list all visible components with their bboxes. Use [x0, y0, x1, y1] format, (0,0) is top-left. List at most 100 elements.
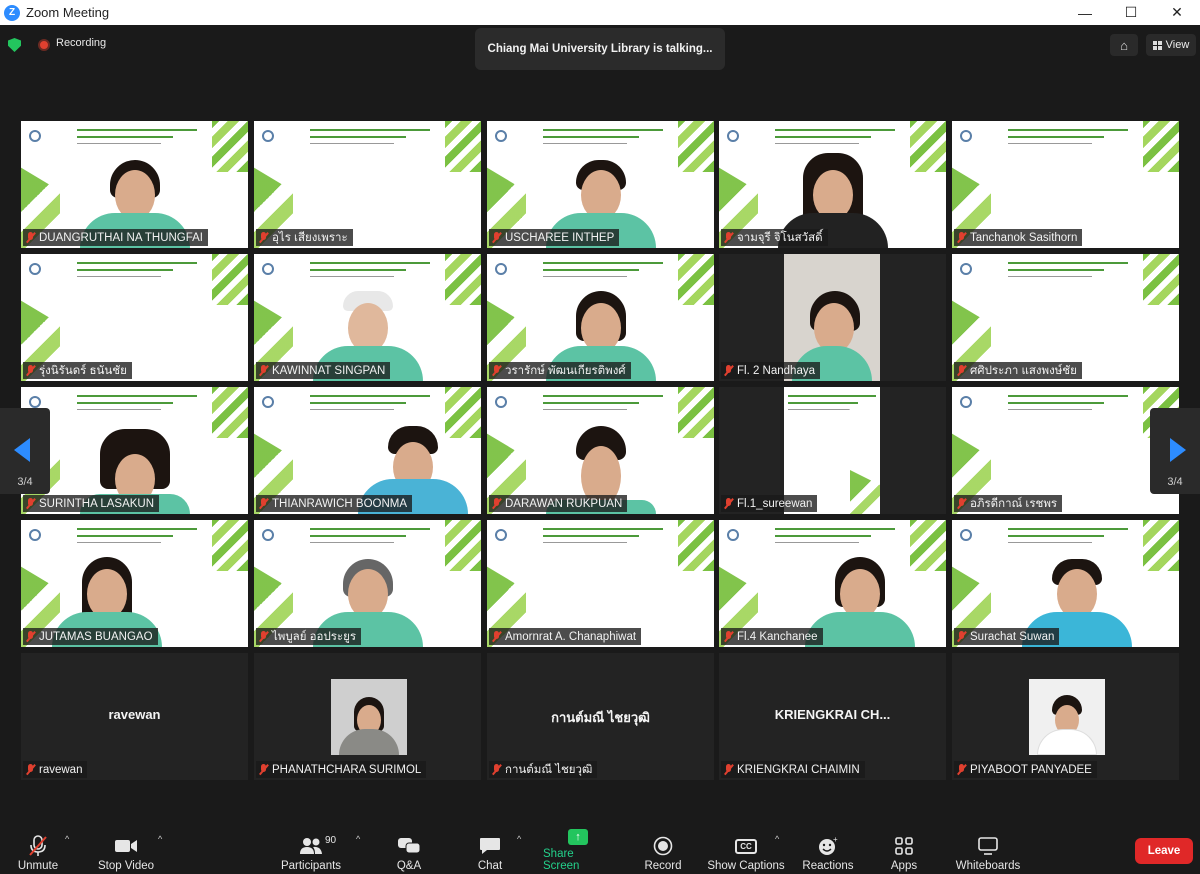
slide-decoration — [678, 520, 714, 571]
participant-tile[interactable]: ศศิประภา แสงพงษ์ชัย — [952, 254, 1179, 381]
qa-button[interactable]: Q&A — [393, 830, 425, 872]
participant-name: ไพบูลย์ ออประยูร — [272, 630, 357, 643]
share-screen-label: Share Screen — [543, 848, 580, 872]
participant-tile[interactable]: JUTAMAS BUANGAO — [21, 520, 248, 647]
participant-tile[interactable]: กานต์มณี ไชยวุฒิ กานต์มณี ไชยวุฒิ — [487, 653, 714, 780]
slide-text-lines — [1008, 395, 1128, 415]
participant-tile[interactable]: Fl. 2 Nandhaya — [719, 254, 946, 381]
participant-tile[interactable]: DARAWAN RUKPUAN — [487, 387, 714, 514]
mic-muted-icon — [26, 498, 35, 509]
participant-tile[interactable]: วรารักษ์ พัฒนเกียรติพงศ์ — [487, 254, 714, 381]
arrow-right-icon — [1170, 438, 1186, 462]
participant-name-label: Surachat Suwan — [954, 628, 1060, 645]
view-label: View — [1165, 39, 1190, 51]
participant-name-label: DUANGRUTHAI NA THUNGFAI — [23, 229, 208, 246]
show-captions-button[interactable]: CC Show Captions — [707, 830, 785, 872]
participant-name: DUANGRUTHAI NA THUNGFAI — [39, 231, 203, 244]
active-speaker-banner: Chiang Mai University Library is talking… — [475, 28, 725, 70]
slide-text-lines — [788, 395, 876, 415]
previous-page-button[interactable]: 3/4 — [0, 408, 50, 494]
participant-tile[interactable]: DUANGRUTHAI NA THUNGFAI — [21, 121, 248, 248]
audio-options-caret-icon[interactable]: ^ — [65, 834, 69, 844]
slide-decoration — [910, 520, 946, 571]
maximize-button[interactable]: ☐ — [1108, 0, 1154, 25]
participant-tile[interactable]: จามจุรี จิโนสวัสดิ์ — [719, 121, 946, 248]
participant-tile[interactable]: อภิรดีกาณ์ เรชพร — [952, 387, 1179, 514]
immersive-view-icon[interactable]: ⌂ — [1110, 34, 1138, 56]
participants-options-caret-icon[interactable]: ^ — [356, 834, 360, 844]
meeting-topbar: Recording Chiang Mai University Library … — [0, 25, 1200, 70]
slide-text-lines — [77, 262, 197, 282]
chat-options-caret-icon[interactable]: ^ — [517, 834, 521, 844]
participant-tile[interactable]: อุไร เสียงเพราะ — [254, 121, 481, 248]
participant-tile[interactable]: ไพบูลย์ ออประยูร — [254, 520, 481, 647]
participant-count: 90 — [325, 835, 337, 846]
next-page-button[interactable]: 3/4 — [1150, 408, 1200, 494]
participant-tile[interactable]: SURINTHA LASAKUN — [21, 387, 248, 514]
participant-tile[interactable]: ravewan ravewan — [21, 653, 248, 780]
record-label: Record — [644, 860, 682, 872]
participant-tile[interactable]: Fl.1_sureewan — [719, 387, 946, 514]
slide-logo-icon — [495, 529, 507, 541]
participant-name: Tanchanok Sasithorn — [970, 231, 1078, 244]
video-camera-icon — [114, 835, 138, 857]
participants-button[interactable]: 90 Participants — [280, 830, 342, 872]
slide-logo-icon — [960, 130, 972, 142]
security-shield-icon[interactable] — [8, 38, 21, 52]
mic-muted-icon — [724, 365, 733, 376]
participant-tile[interactable]: KRIENGKRAI CH... KRIENGKRAI CHAIMIN — [719, 653, 946, 780]
participant-name-label: JUTAMAS BUANGAO — [23, 628, 158, 645]
stop-video-button[interactable]: Stop Video — [97, 830, 155, 872]
record-button[interactable]: Record — [643, 830, 683, 872]
chat-button[interactable]: Chat — [476, 830, 504, 872]
slide-logo-icon — [960, 396, 972, 408]
close-button[interactable]: ✕ — [1154, 0, 1200, 25]
profile-picture — [1029, 679, 1105, 755]
participant-tile[interactable]: Surachat Suwan — [952, 520, 1179, 647]
captions-options-caret-icon[interactable]: ^ — [775, 834, 779, 844]
chat-label: Chat — [477, 860, 503, 872]
grid-icon — [1152, 40, 1162, 50]
participant-name-label: Tanchanok Sasithorn — [954, 229, 1083, 246]
participant-tile[interactable]: PIYABOOT PANYADEE — [952, 653, 1179, 780]
participant-name: อุไร เสียงเพราะ — [272, 231, 348, 244]
leave-button[interactable]: Leave — [1135, 838, 1193, 864]
reactions-button[interactable]: + Reactions — [802, 830, 854, 872]
participant-tile[interactable]: KAWINNAT SINGPAN — [254, 254, 481, 381]
apps-button[interactable]: Apps — [889, 830, 919, 872]
profile-picture — [331, 679, 407, 755]
participant-tile[interactable]: USCHAREE INTHEP — [487, 121, 714, 248]
participant-name-label: ไพบูลย์ ออประยูร — [256, 628, 362, 645]
participant-placeholder-name: KRIENGKRAI CH... — [774, 707, 891, 722]
unmute-button[interactable]: Unmute — [16, 830, 60, 872]
participant-tile[interactable]: Tanchanok Sasithorn — [952, 121, 1179, 248]
participant-tile[interactable]: รุ่งนิรันดร์ ธนันชัย — [21, 254, 248, 381]
participant-tile[interactable]: THIANRAWICH BOONMA — [254, 387, 481, 514]
slide-decoration — [445, 520, 481, 571]
participant-name: วรารักษ์ พัฒนเกียรติพงศ์ — [505, 364, 626, 377]
slide-logo-icon — [29, 529, 41, 541]
participant-tile[interactable]: Fl.4 Kanchanee — [719, 520, 946, 647]
mic-muted-icon — [957, 365, 966, 376]
participant-name-label: อภิรดีกาณ์ เรชพร — [954, 495, 1063, 512]
share-screen-button[interactable]: ↑ Share Screen — [543, 829, 613, 872]
participant-name: Fl. 2 Nandhaya — [737, 364, 815, 377]
video-options-caret-icon[interactable]: ^ — [158, 834, 162, 844]
mic-muted-icon — [492, 498, 501, 509]
participant-tile[interactable]: PHANATHCHARA SURIMOL — [254, 653, 481, 780]
recording-label: Recording — [56, 37, 107, 49]
apps-icon — [894, 835, 914, 857]
participant-name: KAWINNAT SINGPAN — [272, 364, 386, 377]
view-button[interactable]: View — [1146, 34, 1196, 56]
whiteboards-button[interactable]: Whiteboards — [954, 830, 1022, 872]
participant-tile[interactable]: Amornrat A. Chanaphiwat — [487, 520, 714, 647]
minimize-button[interactable]: — — [1062, 0, 1108, 25]
apps-label: Apps — [890, 860, 918, 872]
participant-name: จามจุรี จิโนสวัสดิ์ — [737, 231, 823, 244]
participant-name-label: ศศิประภา แสงพงษ์ชัย — [954, 362, 1082, 379]
slide-decoration — [850, 470, 880, 514]
participant-name: รุ่งนิรันดร์ ธนันชัย — [39, 364, 127, 377]
window-title: Zoom Meeting — [26, 5, 110, 20]
participant-name: DARAWAN RUKPUAN — [505, 497, 623, 510]
mic-muted-icon — [26, 232, 35, 243]
